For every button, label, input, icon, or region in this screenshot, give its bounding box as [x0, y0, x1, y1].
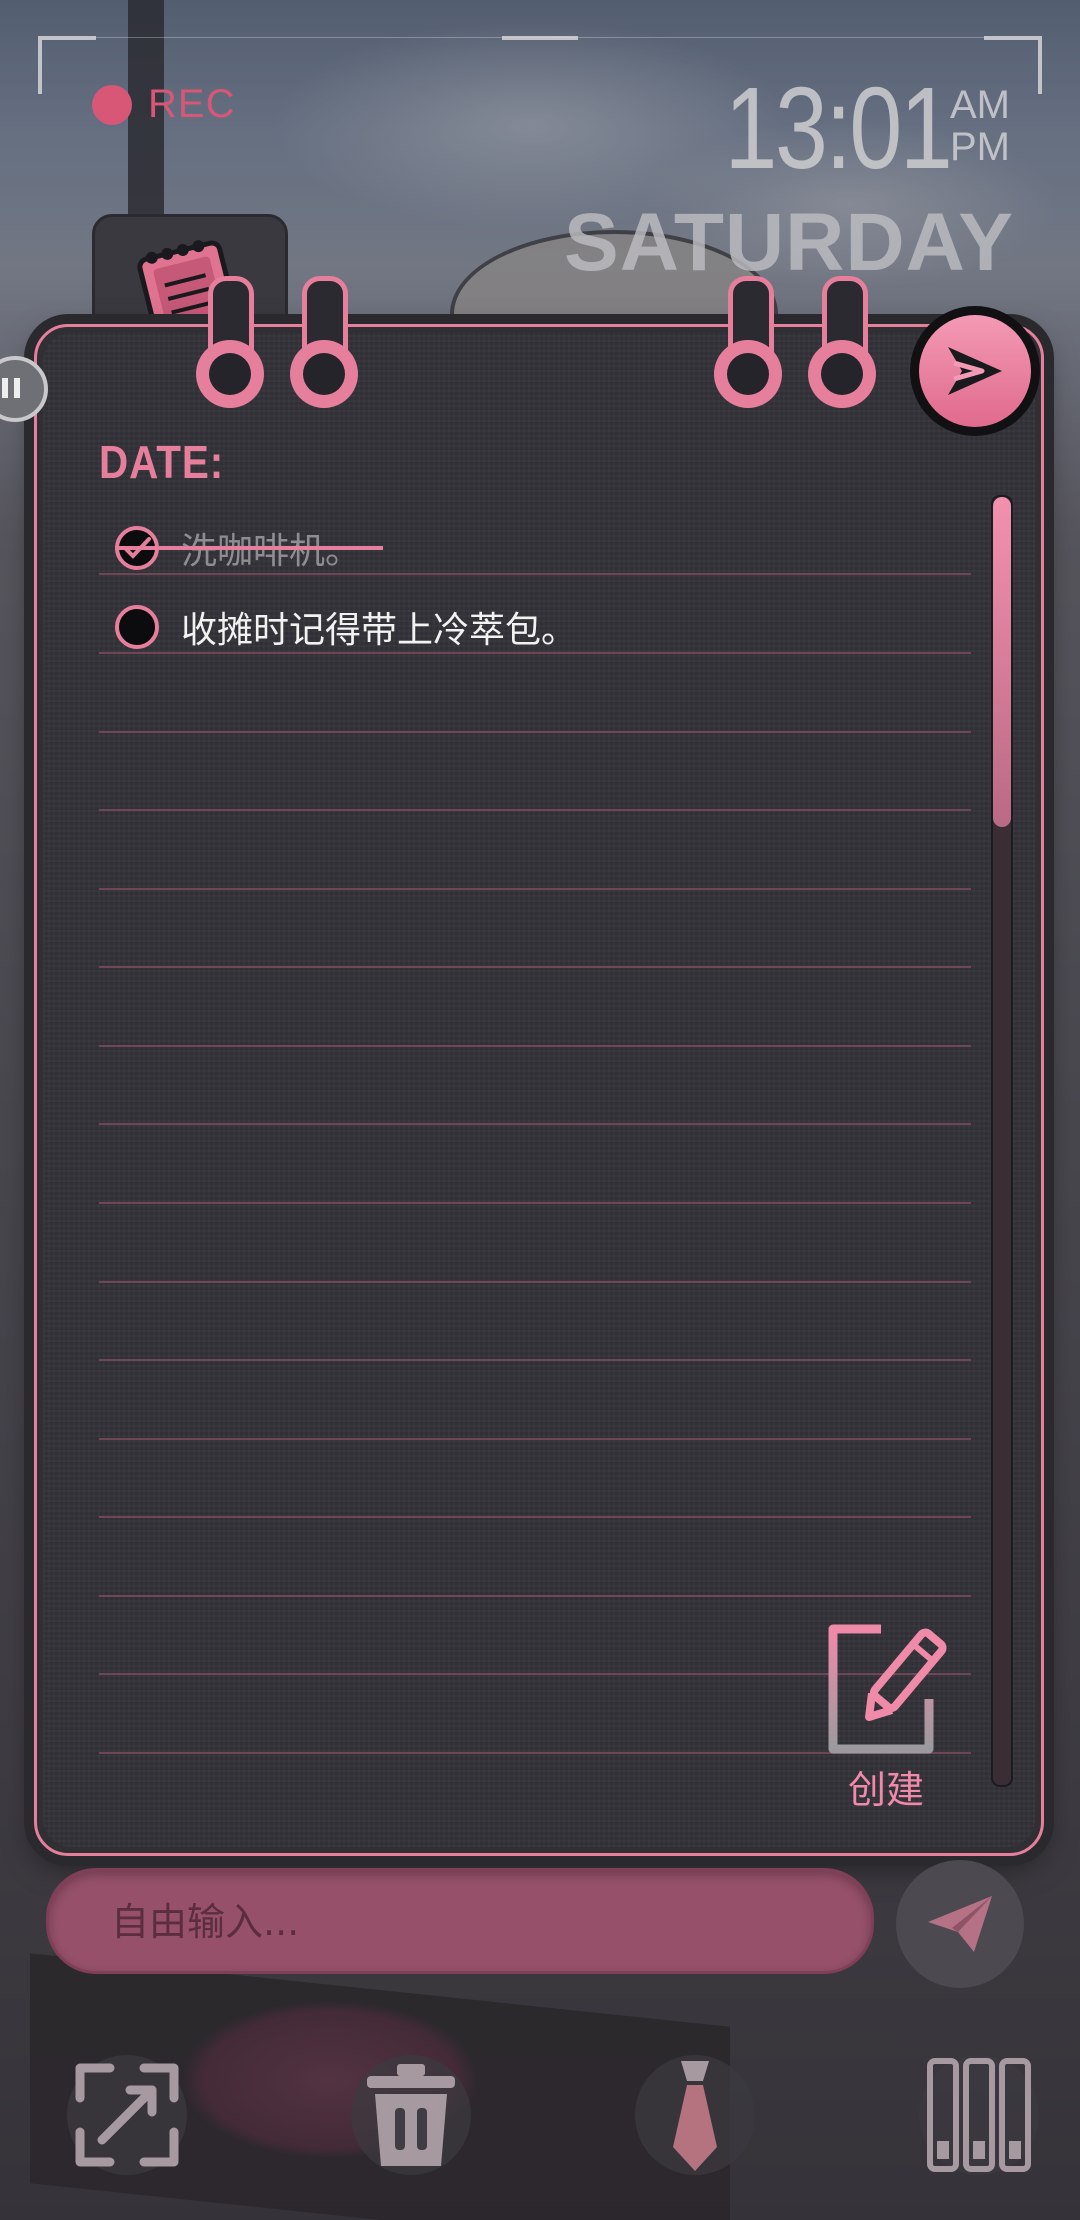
- ruled-line: [99, 888, 971, 890]
- task-item[interactable]: 收摊时记得带上冷萃包。: [115, 598, 577, 656]
- camera-frame-corner: [38, 36, 96, 94]
- play-send-icon: [948, 347, 1002, 395]
- clock-ampm: AM PM: [950, 84, 1010, 168]
- weekday-label: SATURDAY: [564, 197, 1014, 288]
- expand-icon: [75, 2063, 179, 2167]
- free-input-bar[interactable]: [46, 1868, 874, 1974]
- bars-icon: [927, 2058, 1031, 2172]
- tie-icon: [673, 2061, 717, 2171]
- clock-am: AM: [950, 83, 1010, 127]
- ruled-line: [99, 809, 971, 811]
- notebook-panel: DATE: 洗咖啡机。 收摊时记得带上冷萃包。 创建: [34, 324, 1044, 1856]
- scrollbar[interactable]: [991, 495, 1013, 1787]
- delete-button[interactable]: [336, 2040, 486, 2190]
- ruled-line: [99, 1595, 971, 1597]
- ruled-line: [99, 1202, 971, 1204]
- rec-indicator: REC: [92, 82, 235, 127]
- expand-button[interactable]: [52, 2040, 202, 2190]
- ruled-line: [99, 1123, 971, 1125]
- send-fab-inner: [919, 315, 1031, 427]
- task-strikethrough: [115, 546, 383, 550]
- send-fab-button[interactable]: [910, 306, 1040, 436]
- bottom-toolbar: [0, 2040, 1080, 2200]
- ruled-line: [99, 1281, 971, 1283]
- clock-pm: PM: [950, 125, 1010, 169]
- ruled-line: [99, 1045, 971, 1047]
- ruled-line: [99, 1359, 971, 1361]
- paper-plane-icon: [928, 1896, 992, 1952]
- free-input-field[interactable]: [109, 1871, 813, 1973]
- task-checkbox[interactable]: [115, 605, 159, 649]
- clock-time: 13:01: [724, 63, 952, 193]
- rec-dot-icon: [92, 84, 132, 125]
- ruled-line: [99, 1438, 971, 1440]
- camera-frame-tick: [502, 36, 578, 40]
- trash-icon: [367, 2064, 455, 2166]
- menu-bars-button[interactable]: [904, 2040, 1054, 2190]
- task-text: 收摊时记得带上冷萃包。: [181, 610, 578, 651]
- date-label: DATE:: [99, 436, 225, 488]
- clock: 13:01 AM PM: [675, 70, 1010, 186]
- ruled-line: [99, 966, 971, 968]
- edit-square-icon: [828, 1624, 947, 1754]
- tie-button[interactable]: [620, 2040, 770, 2190]
- send-button[interactable]: [896, 1860, 1024, 1988]
- scrollbar-thumb[interactable]: [993, 497, 1011, 827]
- ruled-line: [99, 731, 971, 733]
- create-label: 创建: [847, 1768, 924, 1812]
- rec-label: REC: [148, 82, 236, 126]
- create-button[interactable]: 创建: [823, 1621, 949, 1814]
- ruled-line: [99, 1516, 971, 1518]
- task-item[interactable]: 洗咖啡机。: [115, 519, 383, 577]
